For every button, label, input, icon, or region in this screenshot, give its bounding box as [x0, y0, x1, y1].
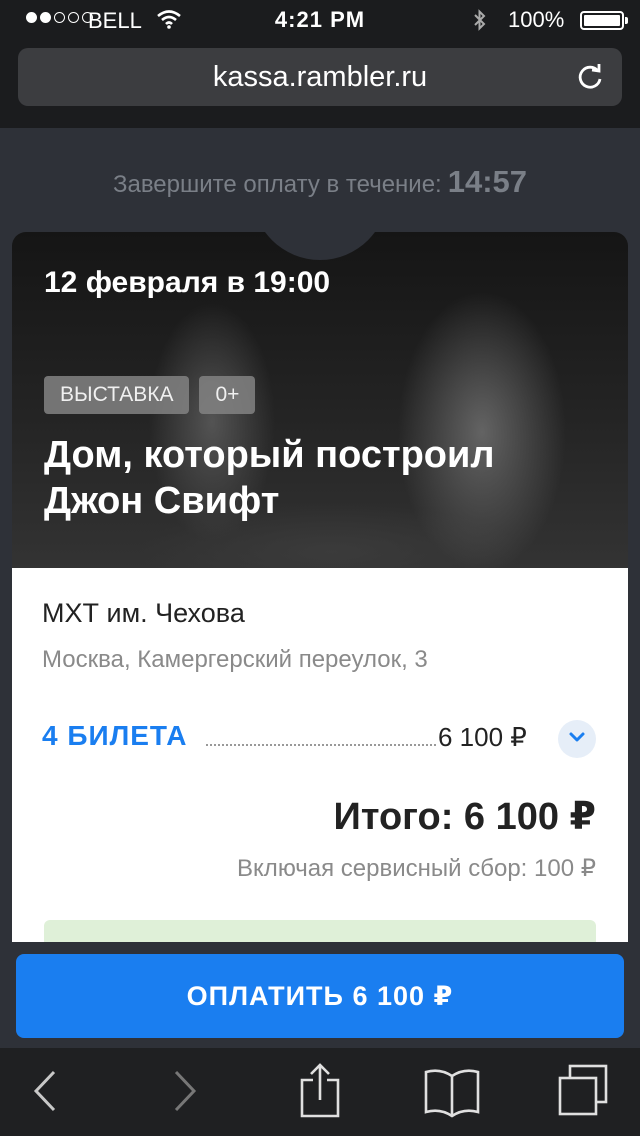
- tabs-icon[interactable]: [558, 1064, 610, 1123]
- bookmarks-icon[interactable]: [424, 1068, 480, 1123]
- tickets-price: 6 100 ₽: [438, 722, 527, 752]
- tickets-count-toggle[interactable]: 4 БИЛЕТА: [42, 720, 187, 752]
- share-icon[interactable]: [300, 1062, 340, 1123]
- timer-label: Завершите оплату в течение:: [112, 171, 442, 198]
- event-date: 12 февраля в 19:00: [44, 266, 331, 299]
- page-content: Завершите оплату в течение: 14:57 12 февр…: [0, 128, 640, 942]
- ticket-notch: [252, 232, 388, 260]
- service-fee-note: Включая сервисный сбор: 100 ₽: [237, 855, 596, 882]
- order-details-card: МХТ им. Чехова Москва, Камергерский пере…: [12, 568, 628, 942]
- forward-icon[interactable]: [170, 1068, 200, 1119]
- payment-timer: Завершите оплату в течение: 14:57: [0, 164, 640, 200]
- url-text: kassa.rambler.ru: [212, 61, 428, 93]
- venue-address: Москва, Камергерский переулок, 3: [42, 646, 428, 673]
- dotted-leader: [206, 744, 436, 746]
- browser-toolbar: [0, 1048, 640, 1136]
- timer-value: 14:57: [447, 164, 528, 199]
- expand-tickets-button[interactable]: [558, 720, 596, 758]
- back-icon[interactable]: [30, 1068, 60, 1119]
- venue-name: МХТ им. Чехова: [42, 598, 245, 628]
- battery-percent: 100%: [508, 7, 565, 32]
- event-title: Дом, который построил Джон Свифт: [44, 434, 495, 522]
- battery-icon: [580, 11, 628, 30]
- url-field[interactable]: kassa.rambler.ru: [18, 48, 622, 106]
- chevron-down-icon: [568, 730, 586, 748]
- age-rating-tag: 0+: [199, 376, 256, 414]
- reload-icon[interactable]: [576, 62, 604, 97]
- browser-address-bar: kassa.rambler.ru: [0, 40, 640, 128]
- order-total: Итого: 6 100 ₽: [333, 796, 596, 838]
- info-banner: [44, 920, 596, 942]
- event-tags: ВЫСТАВКА 0+: [44, 376, 256, 414]
- category-tag: ВЫСТАВКА: [44, 376, 190, 414]
- event-hero-image: 12 февраля в 19:00 ВЫСТАВКА 0+ Дом, кото…: [12, 232, 628, 568]
- bluetooth-icon: [472, 8, 488, 38]
- pay-button[interactable]: ОПЛАТИТЬ 6 100 ₽: [16, 954, 624, 1038]
- status-bar: BELL 4:21 PM 100%: [0, 0, 640, 40]
